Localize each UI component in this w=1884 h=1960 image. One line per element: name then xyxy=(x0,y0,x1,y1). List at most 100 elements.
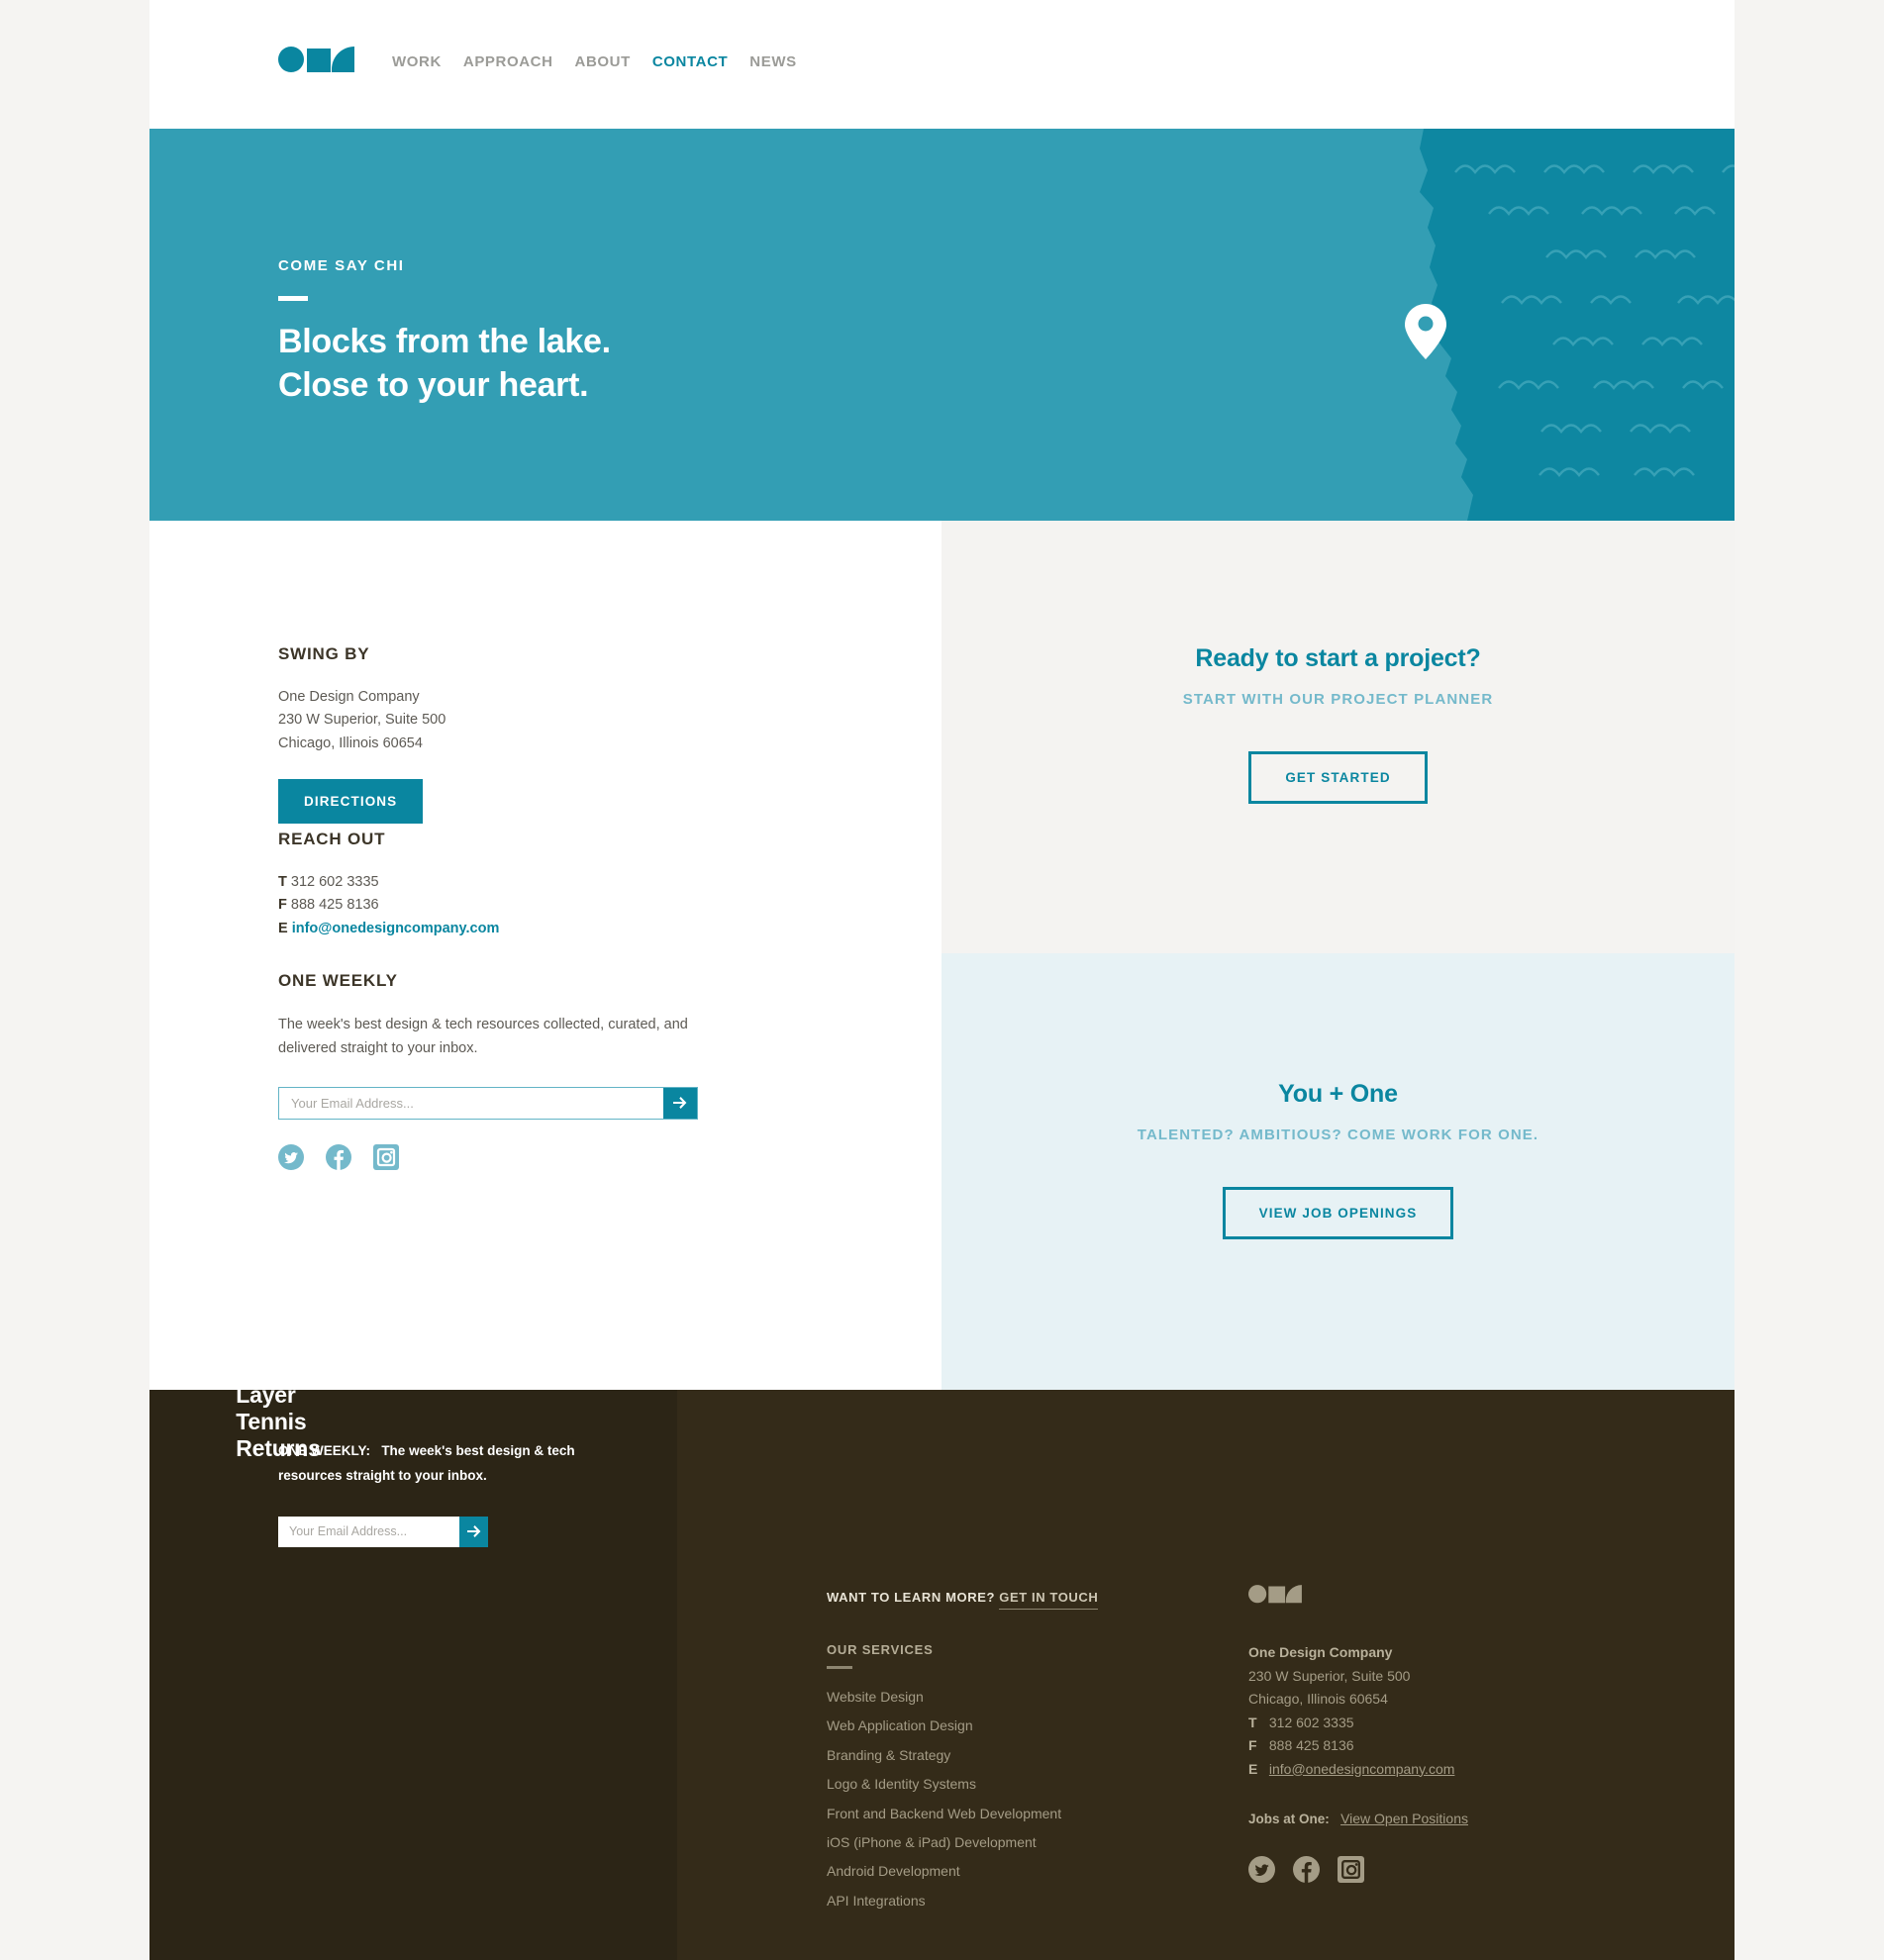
page-root: WORK APPROACH ABOUT CONTACT NEWS COME SA… xyxy=(0,0,1884,1960)
nav-link-work[interactable]: WORK xyxy=(392,53,442,70)
email-link[interactable]: info@onedesigncompany.com xyxy=(292,921,500,936)
arrow-right-icon xyxy=(466,1525,480,1538)
instagram-icon xyxy=(1338,1856,1364,1884)
social-instagram-link[interactable] xyxy=(373,1144,399,1170)
site-header: WORK APPROACH ABOUT CONTACT NEWS xyxy=(149,0,1735,129)
service-link[interactable]: Android Development xyxy=(827,1857,1242,1886)
footer-weekly-copy: ONE WEEKLY: The week's best design & tec… xyxy=(278,1439,575,1489)
service-link[interactable]: Website Design xyxy=(827,1683,1242,1712)
footer-jobs: Jobs at One: View Open Positions xyxy=(1248,1811,1644,1826)
footer-fax-label: F xyxy=(1248,1737,1257,1754)
newsletter-email-input[interactable] xyxy=(279,1087,663,1119)
arrow-right-icon xyxy=(673,1097,687,1110)
service-link[interactable]: Front and Backend Web Development xyxy=(827,1800,1242,1828)
location-map[interactable] xyxy=(1358,129,1735,521)
service-link[interactable]: iOS (iPhone & iPad) Development xyxy=(827,1828,1242,1857)
one-weekly-block: ONE WEEKLY The week's best design & tech… xyxy=(278,971,698,1120)
site-footer: WHAT'S HAPPENING Layer Tennis Returns ON… xyxy=(149,1318,1735,1960)
footer-social-links xyxy=(1248,1856,1644,1884)
hero-banner: COME SAY CHI Blocks from the lake. Close… xyxy=(149,129,1735,521)
twitter-icon xyxy=(1248,1856,1275,1884)
footer-newsletter-submit-button[interactable] xyxy=(459,1516,488,1547)
twitter-icon xyxy=(278,1144,304,1170)
footer-phone-row: T 312 602 3335 xyxy=(1248,1712,1644,1735)
nav-link-contact[interactable]: CONTACT xyxy=(652,53,728,70)
one-weekly-description: The week's best design & tech resources … xyxy=(278,1017,688,1057)
one-logo-icon[interactable] xyxy=(278,44,357,73)
facebook-icon xyxy=(1293,1856,1320,1884)
reach-out-title: REACH OUT xyxy=(278,830,386,848)
nav-link-news[interactable]: NEWS xyxy=(749,53,796,70)
swing-by-block: SWING BY One Design Company 230 W Superi… xyxy=(278,644,446,825)
project-cta-subtitle: START WITH OUR PROJECT PLANNER xyxy=(1182,691,1494,708)
service-link[interactable]: Logo & Identity Systems xyxy=(827,1770,1242,1799)
footer-social-facebook-link[interactable] xyxy=(1293,1856,1320,1884)
footer-services-divider xyxy=(827,1666,852,1669)
hero-title-line-1: Blocks from the lake. xyxy=(278,323,611,360)
one-weekly-title: ONE WEEKLY xyxy=(278,971,398,990)
footer-services-column: WANT TO LEARN MORE? GET IN TOUCH OUR SER… xyxy=(827,1390,1242,1915)
one-logo-footer-icon[interactable] xyxy=(1248,1583,1304,1604)
phone-value: 312 602 3335 xyxy=(290,874,379,890)
footer-street: 230 W Superior, Suite 500 xyxy=(1248,1667,1411,1684)
footer-email-link[interactable]: info@onedesigncompany.com xyxy=(1269,1761,1455,1777)
nav-link-approach[interactable]: APPROACH xyxy=(463,53,553,70)
hero-eyebrow: COME SAY CHI xyxy=(278,257,405,274)
footer-learn-more: WANT TO LEARN MORE? GET IN TOUCH xyxy=(827,1590,1242,1610)
jobs-cta-panel: You + One TALENTED? AMBITIOUS? COME WORK… xyxy=(942,953,1735,1390)
project-cta-title: Ready to start a project? xyxy=(1195,644,1481,672)
get-in-touch-link[interactable]: GET IN TOUCH xyxy=(999,1590,1099,1610)
reach-out-block: REACH OUT T 312 602 3335 F 888 425 8136 … xyxy=(278,830,499,940)
footer-newsletter-email-input[interactable] xyxy=(278,1516,459,1547)
view-open-positions-link[interactable]: View Open Positions xyxy=(1340,1811,1468,1826)
map-pin-icon[interactable] xyxy=(1405,304,1446,359)
hero-copy: COME SAY CHI Blocks from the lake. Close… xyxy=(278,257,611,407)
project-cta-panel: Ready to start a project? START WITH OUR… xyxy=(942,521,1735,953)
email-row: E info@onedesigncompany.com xyxy=(278,918,499,940)
jobs-cta-subtitle: TALENTED? AMBITIOUS? COME WORK FOR ONE. xyxy=(1137,1127,1539,1143)
fax-label: F xyxy=(278,897,287,914)
swing-by-title: SWING BY xyxy=(278,644,370,663)
footer-phone-label: T xyxy=(1248,1714,1257,1730)
hero-title: Blocks from the lake. Close to your hear… xyxy=(278,321,611,407)
social-facebook-link[interactable] xyxy=(326,1144,351,1170)
jobs-cta-title: You + One xyxy=(1278,1080,1398,1108)
footer-email-label: E xyxy=(1248,1760,1258,1777)
footer-email-row: E info@onedesigncompany.com xyxy=(1248,1758,1644,1782)
footer-company-name: One Design Company xyxy=(1248,1644,1393,1660)
social-twitter-link[interactable] xyxy=(278,1144,304,1170)
social-links xyxy=(278,1144,399,1170)
contact-details-column: SWING BY One Design Company 230 W Superi… xyxy=(149,521,942,1390)
facebook-icon xyxy=(326,1144,351,1170)
footer-social-instagram-link[interactable] xyxy=(1338,1856,1364,1884)
get-started-button[interactable]: GET STARTED xyxy=(1248,751,1428,804)
footer-learn-more-text: WANT TO LEARN MORE? xyxy=(827,1590,996,1605)
service-link[interactable]: API Integrations xyxy=(827,1887,1242,1915)
footer-fax-row: F 888 425 8136 xyxy=(1248,1734,1644,1758)
service-link[interactable]: Web Application Design xyxy=(827,1712,1242,1740)
newsletter-signup-form xyxy=(278,1086,698,1120)
phone-label: T xyxy=(278,874,287,890)
jobs-cta: You + One TALENTED? AMBITIOUS? COME WORK… xyxy=(942,1080,1735,1239)
email-label: E xyxy=(278,920,288,936)
footer-address-column: One Design Company 230 W Superior, Suite… xyxy=(1248,1390,1644,1884)
footer-social-twitter-link[interactable] xyxy=(1248,1856,1275,1884)
swing-by-company: One Design Company xyxy=(278,689,420,705)
hero-title-line-2: Close to your heart. xyxy=(278,365,589,404)
phone-row: T 312 602 3335 xyxy=(278,871,499,894)
swing-by-street: 230 W Superior, Suite 500 xyxy=(278,712,446,729)
fax-value: 888 425 8136 xyxy=(290,897,379,914)
project-cta: Ready to start a project? START WITH OUR… xyxy=(942,644,1735,804)
directions-button[interactable]: DIRECTIONS xyxy=(278,779,424,825)
hero-divider xyxy=(278,296,308,301)
footer-phone-value: 312 602 3335 xyxy=(1268,1714,1354,1730)
fax-row: F 888 425 8136 xyxy=(278,894,499,917)
footer-city: Chicago, Illinois 60654 xyxy=(1248,1691,1388,1708)
view-job-openings-button[interactable]: VIEW JOB OPENINGS xyxy=(1222,1187,1454,1239)
footer-highlight-column: WHAT'S HAPPENING Layer Tennis Returns ON… xyxy=(232,1318,677,1547)
newsletter-submit-button[interactable] xyxy=(663,1087,697,1119)
footer-newsletter-form xyxy=(278,1516,488,1547)
nav-link-about[interactable]: ABOUT xyxy=(575,53,631,70)
service-link[interactable]: Branding & Strategy xyxy=(827,1741,1242,1770)
primary-nav: WORK APPROACH ABOUT CONTACT NEWS xyxy=(392,53,797,70)
